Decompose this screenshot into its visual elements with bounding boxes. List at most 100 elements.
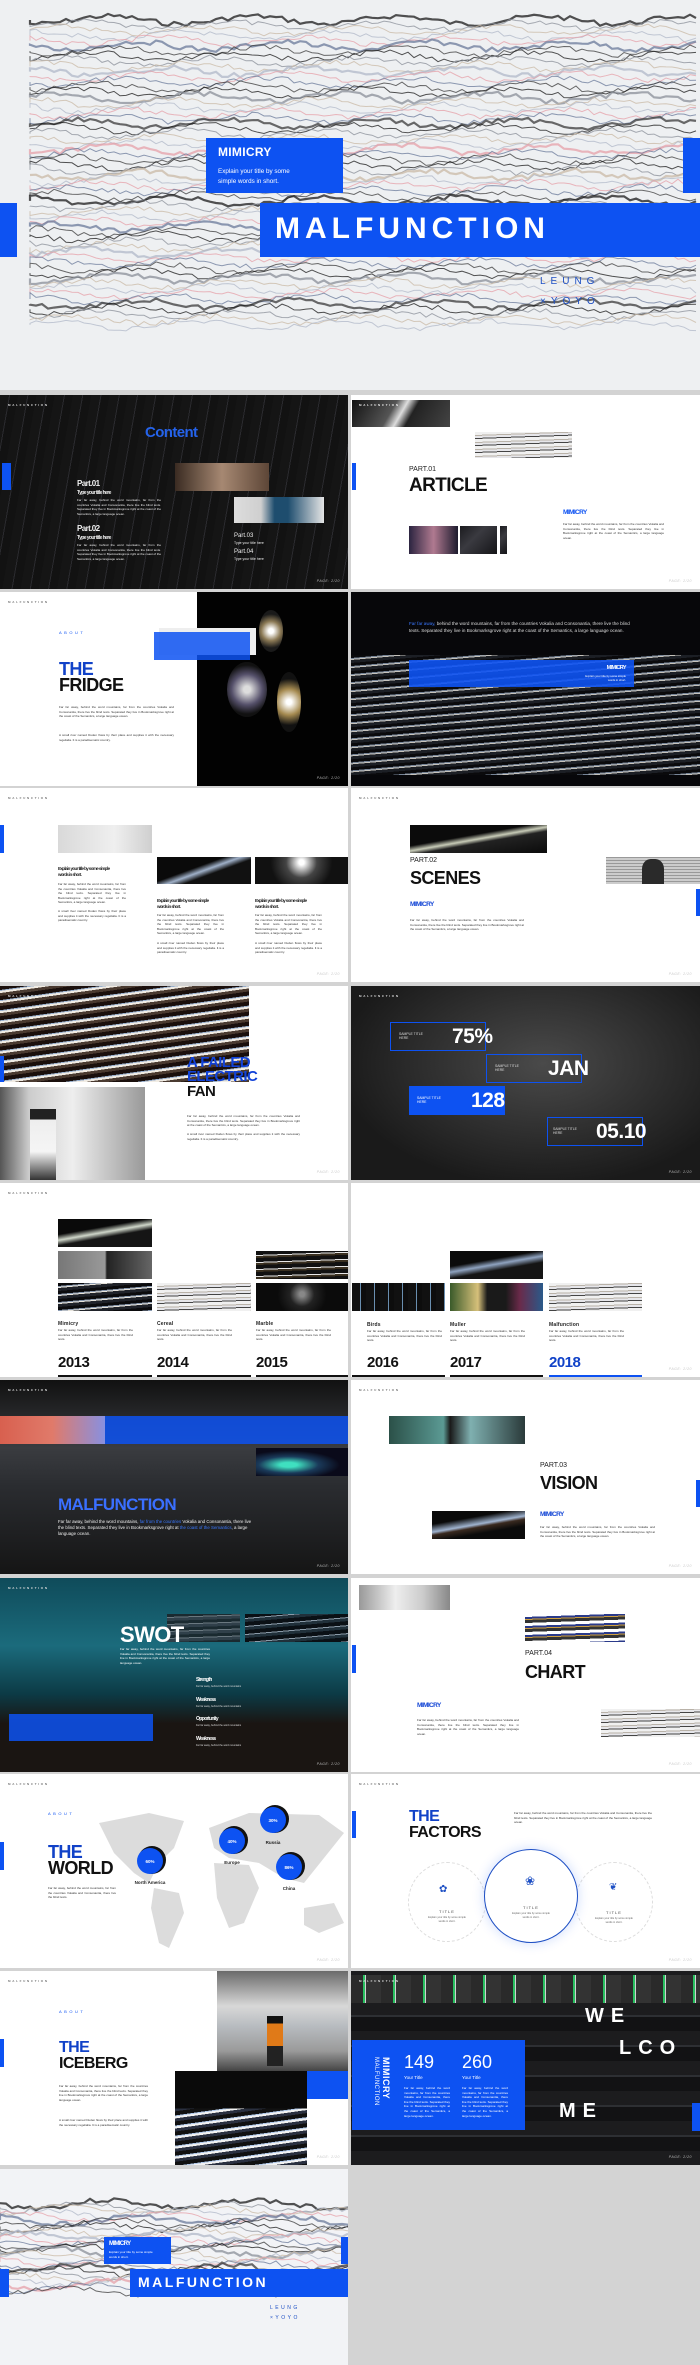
column-2-title: Explain your title by some simple words … [157, 898, 209, 909]
photo-woman [234, 497, 324, 523]
page-number: PAGE: 2/20 [668, 2155, 692, 2159]
slide-content[interactable]: MALFUNCTION Content Part.01 Type your ti… [0, 395, 348, 589]
region-label-russia: Russia [265, 1840, 281, 1845]
timeline-bar-3 [256, 1375, 348, 1377]
closing-left-bar [0, 2269, 9, 2297]
slide-columns[interactable]: MALFUNCTION Explain your title by some s… [0, 788, 348, 982]
timeline-label-2: Cereal [157, 1321, 174, 1327]
stat-text-2: Far far away, behind the word mountains,… [462, 2086, 508, 2118]
factor-text-3: Explain your title by some simple words … [595, 1917, 633, 1924]
body-text: Far far away, behind the word mountains,… [187, 1114, 300, 1128]
slide-stats[interactable]: MALFUNCTION SAMPLE TITLE HERE 75% SAMPLE… [351, 986, 700, 1180]
slide-scenes[interactable]: MALFUNCTION PART.02 SCENES MIMICRY Far f… [351, 788, 700, 982]
timeline-image [256, 1283, 348, 1311]
body-link-2: the coast of the Semantics [179, 1525, 232, 1530]
accent-bar [352, 1811, 356, 1838]
welcome-line-3: ME [559, 2100, 603, 2122]
slide-chart[interactable]: PART.04 CHART MIMICRY Far far away, behi… [351, 1578, 700, 1772]
slide-title: VISION [540, 1473, 598, 1493]
body-text-2: A small river named Duden flows by their… [59, 2118, 148, 2127]
factor-card-1[interactable] [408, 1862, 486, 1942]
region-marker-north-america[interactable]: 60% [137, 1848, 163, 1874]
factor-card-3[interactable] [575, 1862, 653, 1942]
region-label-north-america: North America [134, 1880, 166, 1885]
cover-title: MALFUNCTION [275, 212, 550, 245]
photo-jellyfish [256, 1448, 348, 1476]
page-number: PAGE: 2/20 [316, 579, 340, 583]
closing-author-1: LEUNG [270, 2305, 300, 2311]
timeline-image [352, 1283, 445, 1311]
slide-malfunction[interactable]: MALFUNCTION MALFUNCTION Far far away, be… [0, 1380, 348, 1574]
section-text: Far far away, behind the word mountains,… [417, 1718, 519, 1736]
stat-text-1: Far far away, behind the word mountains,… [404, 2086, 450, 2118]
photo-bulbs [197, 592, 348, 786]
brand-logo: MALFUNCTION [8, 796, 49, 800]
cover-tag: MIMICRY [218, 145, 272, 159]
slide-cover[interactable]: MIMICRY Explain your title by some simpl… [0, 0, 700, 390]
photo-red [0, 1416, 105, 1444]
accent-bar [0, 825, 4, 853]
brand-logo: MALFUNCTION [359, 1782, 400, 1786]
region-marker-russia[interactable]: 30% [260, 1807, 286, 1833]
slide-article[interactable]: MALFUNCTION PART.01 ARTICLE MIMICRY Far … [351, 395, 700, 589]
accent-bar [352, 1645, 356, 1673]
slide-factors[interactable]: MALFUNCTION THE FACTORS Far far away, be… [351, 1774, 700, 1968]
slide-timeline-a[interactable]: MALFUNCTION Mimicry Far far away, behind… [0, 1183, 348, 1377]
cover-subtitle: Explain your title by some simple words … [218, 168, 290, 185]
slide-fridge[interactable]: MALFUNCTION ABOUT THE FRIDGE Far far awa… [0, 592, 348, 786]
timeline-text-2: Far far away, behind the word mountains,… [157, 1328, 232, 1342]
slide-title: SWOT [120, 1622, 184, 1647]
stat-label-4: SAMPLE TITLE HERE [553, 1127, 577, 1135]
part-01-label: Part.01 [77, 479, 100, 488]
photo-man [409, 526, 458, 554]
timeline-text-1: Far far away, behind the word mountains,… [58, 1328, 133, 1342]
column-1-text: Far far away, behind the word mountains,… [58, 882, 126, 905]
page-number: PAGE: 2/20 [316, 1170, 340, 1174]
accent-bar [0, 2039, 4, 2067]
brand-logo: MALFUNCTION [359, 1388, 400, 1392]
closing-subtitle: Explain your title by some simple words … [109, 2250, 153, 2259]
swot-strength-desc: Far far away, behind the word mountains [196, 1685, 242, 1688]
factor-card-2[interactable] [484, 1849, 578, 1943]
mimicry-subtitle: Explain your title by some simple words … [585, 674, 626, 682]
glitch-line [28, 64, 697, 80]
timeline-image [58, 1219, 152, 1247]
mimicry-title: MIMICRY [606, 665, 627, 671]
slide-vision[interactable]: MALFUNCTION PART.03 VISION MIMICRY Far f… [351, 1380, 700, 1574]
closing-tag: MIMICRY [109, 2241, 131, 2247]
slide-title: CHART [525, 1662, 586, 1682]
about-label: ABOUT [48, 1811, 75, 1816]
swot-weakness-desc: Far far away, behind the word mountains [196, 1705, 242, 1708]
intro-body: behind the word mountains, far from the … [409, 621, 630, 633]
slide-timeline-b[interactable]: Birds Far far away, behind the word moun… [351, 1183, 700, 1377]
slide-fan[interactable]: MALFUNCTION A FAILED ELECTRIC FAN Far fa… [0, 986, 348, 1180]
brand-logo: MALFUNCTION [359, 403, 400, 407]
slide-mimicry[interactable]: Far far away, behind the word mountains,… [351, 592, 700, 786]
slide-closing[interactable]: MIMICRY Explain your title by some simpl… [0, 2169, 348, 2365]
column-2-text-2: A small river named Duden flows by their… [157, 941, 224, 955]
part-01-title: Type your title here [77, 490, 111, 496]
title-line-1: THE [409, 1808, 440, 1825]
slide-title: SCENES [410, 868, 481, 888]
page-number: PAGE: 2/20 [316, 1958, 340, 1962]
region-marker-china[interactable]: 86% [276, 1854, 302, 1880]
slide-iceberg[interactable]: MALFUNCTION ABOUT THE ICEBERG Far far aw… [0, 1971, 348, 2165]
section-text: Far far away, behind the word mountains,… [410, 918, 524, 932]
page-number: PAGE: 2/20 [316, 776, 340, 780]
vertical-title-1: MIMICRY [381, 2057, 391, 2100]
brand-logo: MALFUNCTION [359, 1979, 400, 1983]
accent-bar [696, 1480, 700, 1507]
slide-world[interactable]: MALFUNCTION ABOUT THE WORLD Far far away… [0, 1774, 348, 1968]
page-number: PAGE: 2/20 [668, 1170, 692, 1174]
slide-swot[interactable]: MALFUNCTION SWOT Far far away, behind th… [0, 1578, 348, 1772]
column-3-title: Explain your title by some simple words … [255, 898, 307, 909]
welcome-line-2: LCO [619, 2037, 683, 2059]
timeline-image [450, 1251, 543, 1279]
intro-lead: Far far away, [409, 621, 436, 626]
slide-welcome[interactable]: MALFUNCTION MIMICRY MALFUNCTION 149 Your… [351, 1971, 700, 2165]
region-marker-europe[interactable]: 40% [219, 1828, 245, 1854]
title-line-1: THE [59, 2039, 90, 2056]
part-02-label: Part.02 [77, 524, 100, 533]
glitch-line [29, 178, 697, 192]
timeline-bar-6 [549, 1375, 642, 1377]
